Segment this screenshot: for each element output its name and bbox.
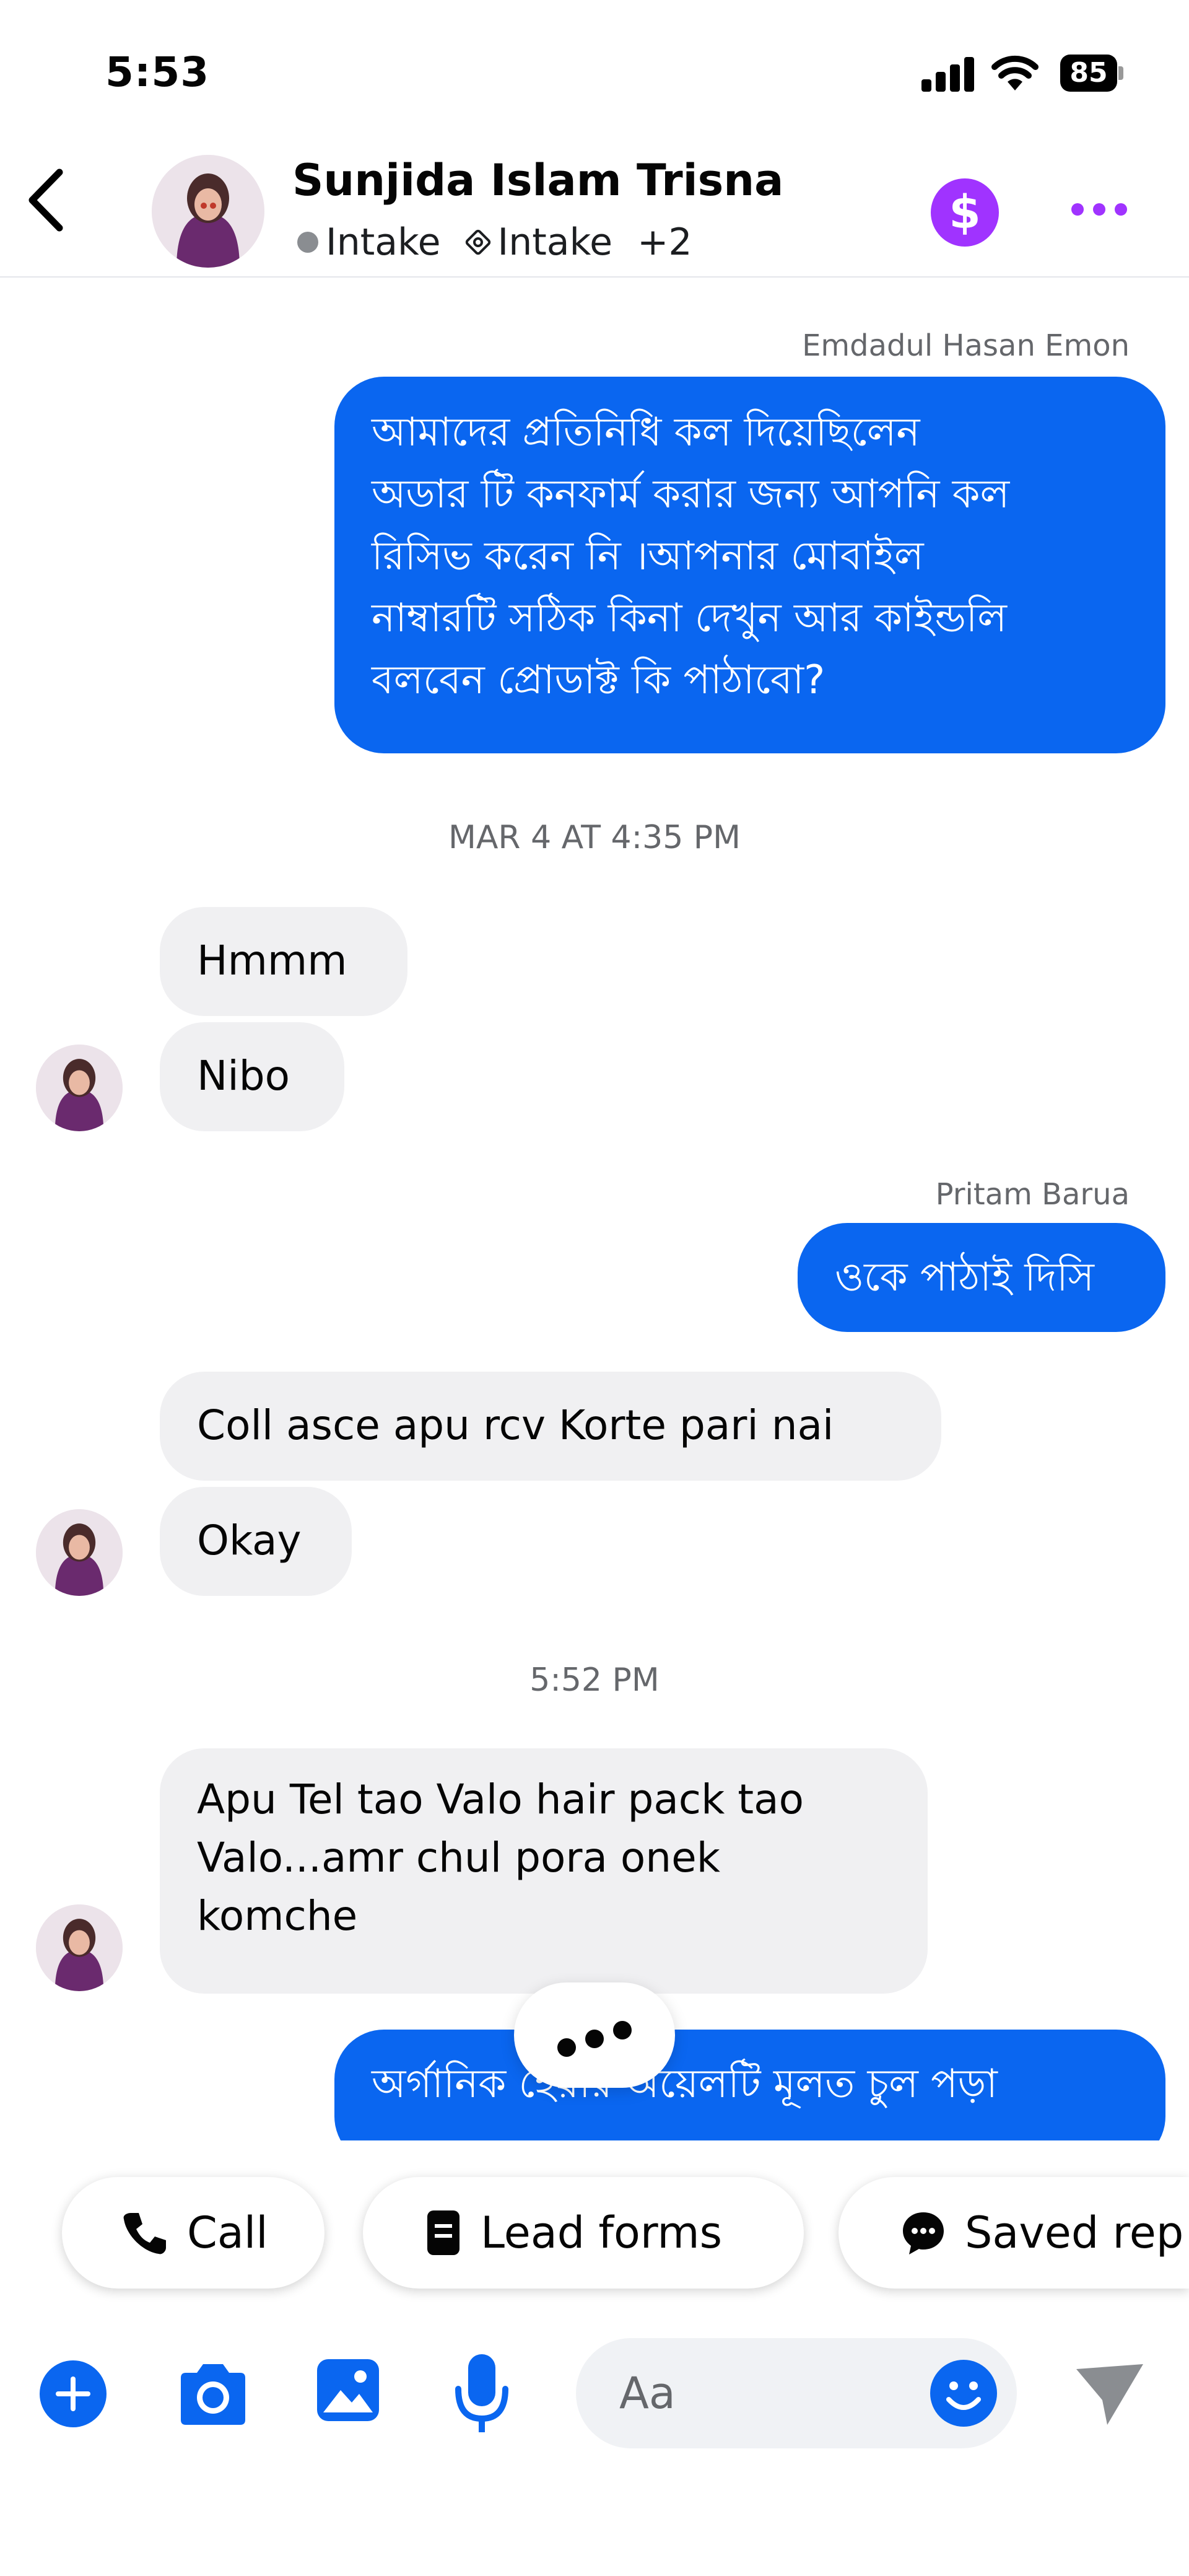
status-dot: [297, 232, 318, 253]
sender-name: Pritam Barua: [935, 1177, 1130, 1212]
contact-avatar[interactable]: [152, 155, 264, 268]
microphone-icon[interactable]: [447, 2352, 516, 2436]
contact-avatar-small[interactable]: [36, 1045, 123, 1131]
saved-replies-quick-action[interactable]: Saved rep: [838, 2177, 1189, 2289]
typing-indicator: [514, 1982, 675, 2088]
document-icon: [427, 2210, 459, 2255]
outgoing-message[interactable]: আমাদের প্রতিনিধি কল দিয়েছিলেন অডার টি ক…: [334, 377, 1165, 753]
incoming-message[interactable]: Coll asce apu rcv Korte pari nai: [160, 1372, 941, 1481]
image-icon[interactable]: [313, 2355, 383, 2425]
message-text: Hmmm: [197, 937, 347, 984]
send-icon[interactable]: [1073, 2360, 1147, 2429]
call-quick-action[interactable]: Call: [62, 2177, 324, 2289]
contact-name[interactable]: Sunjida Islam Trisna: [292, 155, 783, 206]
tag-icon: [465, 229, 490, 255]
message-text: Nibo: [197, 1052, 290, 1100]
tag-label: Intake: [326, 221, 441, 264]
payment-button[interactable]: $: [931, 178, 999, 247]
contact-tags[interactable]: Intake Intake +2: [297, 221, 692, 264]
incoming-message[interactable]: Okay: [160, 1487, 352, 1596]
plus-icon[interactable]: [38, 2359, 108, 2429]
incoming-message[interactable]: Hmmm: [160, 907, 407, 1016]
chat-bubble-icon: [903, 2212, 944, 2254]
message-text: Apu Tel tao Valo hair pack tao Valo...am…: [197, 1776, 804, 1940]
signal-icon: [921, 57, 975, 92]
back-arrow-icon[interactable]: [21, 166, 77, 234]
camera-icon[interactable]: [175, 2359, 251, 2429]
timestamp: 5:52 PM: [529, 1662, 660, 1699]
message-text: ওকে পাঠাই দিসি: [835, 1255, 1094, 1300]
tag-label: Intake: [497, 221, 613, 264]
battery-indicator: 85: [1060, 55, 1117, 92]
quick-action-label: Call: [187, 2207, 268, 2258]
emoji-icon[interactable]: [929, 2359, 998, 2428]
incoming-message[interactable]: Apu Tel tao Valo hair pack tao Valo...am…: [160, 1748, 928, 1994]
contact-avatar-small[interactable]: [36, 1904, 123, 1991]
timestamp: MAR 4 AT 4:35 PM: [448, 819, 741, 856]
message-input-placeholder: Aa: [619, 2368, 676, 2419]
battery-tip: [1118, 66, 1123, 80]
quick-action-label: Saved rep: [965, 2207, 1184, 2258]
more-options-icon[interactable]: [1065, 192, 1133, 229]
sender-name: Emdadul Hasan Emon: [802, 328, 1130, 363]
message-text: আমাদের প্রতিনিধি কল দিয়েছিলেন অডার টি ক…: [372, 410, 1010, 703]
phone-icon: [123, 2213, 166, 2254]
more-tags-count: +2: [637, 221, 692, 264]
wifi-icon: [991, 55, 1039, 90]
message-text: Okay: [197, 1517, 302, 1564]
outgoing-message[interactable]: ওকে পাঠাই দিসি: [798, 1223, 1165, 1332]
contact-avatar-small[interactable]: [36, 1509, 123, 1596]
message-text: Coll asce apu rcv Korte pari nai: [197, 1401, 834, 1449]
status-time: 5:53: [105, 48, 210, 96]
message-text: অর্গানিক হেয়ার অয়েলটি মূলত চুল পড়া: [372, 2061, 998, 2107]
header-divider: [0, 276, 1189, 278]
quick-action-label: Lead forms: [481, 2207, 723, 2258]
incoming-message[interactable]: Nibo: [160, 1022, 344, 1131]
lead-forms-quick-action[interactable]: Lead forms: [363, 2177, 804, 2289]
